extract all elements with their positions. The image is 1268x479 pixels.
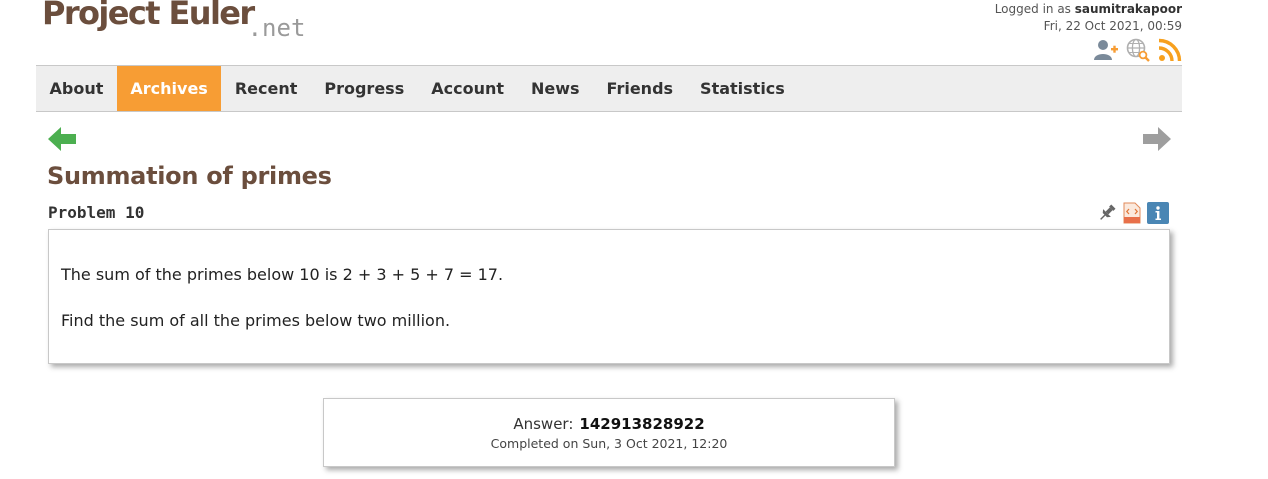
logo-suffix: .net bbox=[247, 14, 306, 42]
page-title: Summation of primes bbox=[47, 162, 332, 190]
site-logo[interactable]: Project Euler.net bbox=[42, 0, 305, 42]
rss-icon[interactable] bbox=[1158, 38, 1182, 62]
answer-box: Answer: 142913828922 Completed on Sun, 3 … bbox=[323, 398, 895, 467]
user-icons bbox=[1094, 38, 1182, 62]
answer-label: Answer: bbox=[513, 415, 574, 433]
pin-icon[interactable] bbox=[1097, 203, 1117, 223]
problem-icons bbox=[1097, 202, 1169, 224]
problem-content: The sum of the primes below 10 is 2 + 3 … bbox=[48, 229, 1170, 364]
previous-problem-arrow-icon[interactable] bbox=[47, 126, 77, 156]
current-datetime: Fri, 22 Oct 2021, 00:59 bbox=[1043, 19, 1182, 33]
nav-statistics[interactable]: Statistics bbox=[687, 66, 799, 111]
nav-recent[interactable]: Recent bbox=[221, 66, 311, 111]
nav-friends[interactable]: Friends bbox=[593, 66, 687, 111]
answer-value: 142913828922 bbox=[579, 415, 705, 433]
logged-in-prefix: Logged in as bbox=[994, 2, 1071, 16]
html-source-icon[interactable] bbox=[1123, 202, 1141, 224]
completed-date: Completed on Sun, 3 Oct 2021, 12:20 bbox=[490, 436, 728, 451]
username: saumitrakapoor bbox=[1074, 2, 1182, 16]
globe-search-icon[interactable] bbox=[1126, 38, 1150, 62]
nav-progress[interactable]: Progress bbox=[311, 66, 418, 111]
problem-paragraph: The sum of the primes below 10 is 2 + 3 … bbox=[61, 265, 504, 284]
nav-account[interactable]: Account bbox=[418, 66, 518, 111]
nav-archives[interactable]: Archives bbox=[116, 66, 222, 111]
info-icon[interactable] bbox=[1147, 202, 1169, 224]
next-problem-arrow-icon[interactable] bbox=[1142, 126, 1172, 156]
problem-number: Problem 10 bbox=[48, 203, 145, 222]
logged-in-line: Logged in as saumitrakapoor bbox=[995, 1, 1182, 18]
main-nav: About Archives Recent Progress Account N… bbox=[36, 65, 1182, 112]
problem-paragraph: Find the sum of all the primes below two… bbox=[61, 311, 451, 330]
add-friend-icon[interactable] bbox=[1094, 38, 1118, 62]
answer-line: Answer: 142913828922 bbox=[324, 415, 894, 433]
logo-text: Project Euler bbox=[42, 0, 255, 32]
user-info: Logged in as saumitrakapoor Fri, 22 Oct … bbox=[995, 1, 1182, 35]
nav-news[interactable]: News bbox=[518, 66, 594, 111]
nav-about[interactable]: About bbox=[36, 66, 117, 111]
